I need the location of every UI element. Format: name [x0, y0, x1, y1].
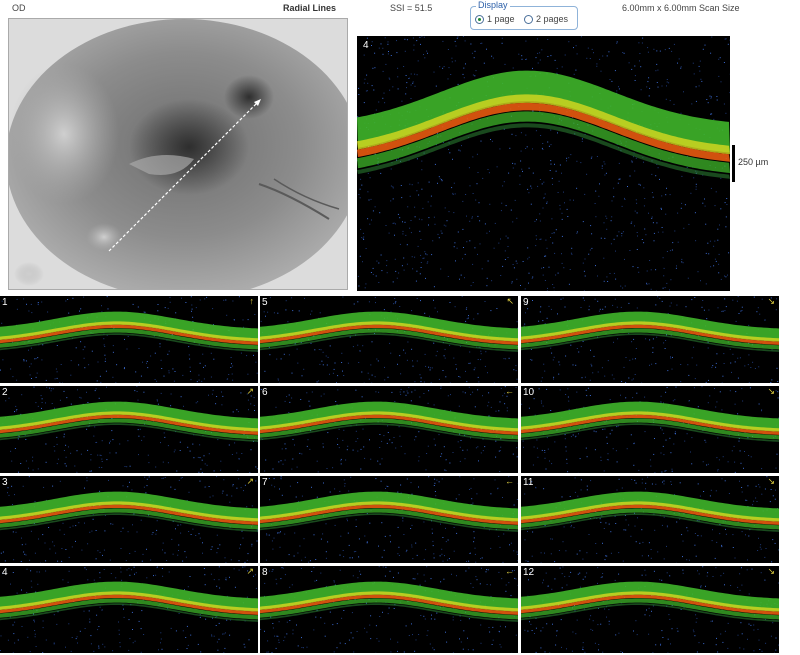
main-oct-scan[interactable] — [357, 36, 730, 291]
thumbnail-label: 10 — [523, 387, 535, 398]
thumbnail-label: 5 — [262, 297, 268, 308]
display-2pages-radio[interactable] — [524, 15, 533, 24]
orientation-arrow-icon: ↑ — [249, 296, 255, 306]
orientation-arrow-icon: ↖ — [506, 296, 514, 306]
thumbnail-label: 6 — [262, 387, 268, 398]
orientation-arrow-icon: ← — [505, 476, 514, 486]
oct-thumbnail[interactable]: 6 ← — [260, 386, 518, 473]
eye-label: OD — [12, 3, 26, 13]
oct-thumbnail[interactable]: 4 ↗ — [0, 566, 258, 653]
oct-thumbnail[interactable]: 5 ↖ — [260, 296, 518, 383]
orientation-arrow-icon: ↘ — [767, 566, 775, 576]
oct-thumbnail[interactable]: 7 ← — [260, 476, 518, 563]
oct-thumbnail[interactable]: 3 ↗ — [0, 476, 258, 563]
ssi-label: SSI = 51.5 — [390, 3, 433, 13]
thumbnail-label: 9 — [523, 297, 529, 308]
oct-thumbnail[interactable]: 9 ↘ — [521, 296, 779, 383]
display-2pages-label: 2 pages — [536, 14, 569, 24]
scan-type-label: Radial Lines — [283, 3, 337, 13]
thumbnail-label: 1 — [2, 297, 8, 308]
oct-thumbnail[interactable]: 8 ← — [260, 566, 518, 653]
orientation-arrow-icon: ↘ — [767, 296, 775, 306]
scan-size-label: 6.00mm x 6.00mm Scan Size — [622, 3, 740, 13]
orientation-arrow-icon: ↗ — [246, 566, 254, 576]
scale-bar — [732, 145, 735, 182]
thumbnail-label: 2 — [2, 387, 8, 398]
thumbnail-label: 3 — [2, 477, 8, 488]
thumbnail-label: 4 — [2, 567, 8, 578]
orientation-arrow-icon: ↗ — [246, 476, 254, 486]
display-1page-radio[interactable] — [475, 15, 484, 24]
scale-label: 250 µm — [738, 157, 769, 167]
thumbnail-label: 11 — [523, 477, 534, 488]
oct-thumbnail[interactable]: 12 ↘ — [521, 566, 779, 653]
orientation-arrow-icon: ↗ — [246, 386, 254, 396]
orientation-arrow-icon: ↘ — [767, 386, 775, 396]
oct-thumbnail[interactable]: 11 ↘ — [521, 476, 779, 563]
orientation-arrow-icon: ↘ — [767, 476, 775, 486]
display-1page-label: 1 page — [487, 14, 515, 24]
oct-thumbnail[interactable]: 10 ↘ — [521, 386, 779, 473]
oct-thumbnail[interactable]: 2 ↗ — [0, 386, 258, 473]
thumbnail-label: 12 — [523, 567, 535, 578]
display-legend: Display — [476, 0, 510, 10]
thumbnail-label: 8 — [262, 567, 268, 578]
thumbnail-label: 7 — [262, 477, 268, 488]
orientation-arrow-icon: ← — [505, 566, 514, 576]
oct-thumbnail[interactable]: 1 ↑ — [0, 296, 258, 383]
fundus-image[interactable] — [8, 18, 348, 290]
main-scan-label: 4 — [363, 40, 369, 51]
orientation-arrow-icon: ← — [505, 386, 514, 396]
